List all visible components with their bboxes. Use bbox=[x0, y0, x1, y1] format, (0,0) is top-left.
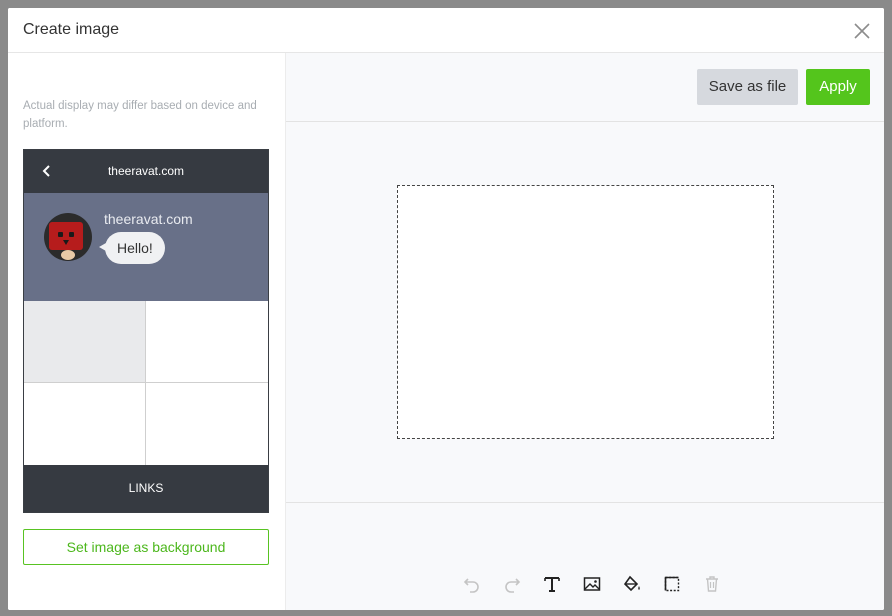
grid-cell[interactable] bbox=[146, 301, 268, 383]
image-icon[interactable] bbox=[572, 571, 612, 597]
create-image-dialog: Create image Actual display may differ b… bbox=[8, 8, 884, 610]
avatar bbox=[44, 213, 92, 261]
dialog-title: Create image bbox=[23, 21, 120, 38]
apply-button[interactable]: Apply bbox=[806, 69, 870, 105]
grid-cell[interactable] bbox=[24, 383, 146, 465]
close-icon[interactable] bbox=[850, 19, 874, 43]
redo-icon[interactable] bbox=[492, 571, 532, 597]
editor-pane: Save as file Apply bbox=[285, 53, 884, 610]
phone-header-title: theeravat.com bbox=[107, 164, 185, 178]
display-note: Actual display may differ based on devic… bbox=[23, 100, 257, 130]
preview-pane: Actual display may differ based on devic… bbox=[8, 53, 285, 610]
fill-icon[interactable] bbox=[612, 571, 652, 597]
grid-cell-selected[interactable] bbox=[24, 301, 146, 383]
link-grid bbox=[24, 301, 268, 465]
editor-toolbar: Save as file Apply bbox=[286, 53, 884, 122]
chat-area: theeravat.com Hello! bbox=[24, 193, 268, 301]
chat-sender-name: theeravat.com bbox=[104, 211, 193, 227]
grid-cell[interactable] bbox=[146, 383, 268, 465]
image-canvas[interactable] bbox=[397, 185, 774, 439]
trash-icon[interactable] bbox=[692, 571, 732, 597]
phone-footer: LINKS bbox=[24, 465, 268, 512]
phone-header: theeravat.com bbox=[24, 150, 268, 193]
save-as-file-button[interactable]: Save as file bbox=[697, 69, 798, 105]
set-background-button[interactable]: Set image as background bbox=[23, 529, 269, 565]
dialog-header: Create image bbox=[8, 8, 884, 53]
chat-bubble: Hello! bbox=[99, 232, 165, 264]
text-icon[interactable] bbox=[532, 571, 572, 597]
phone-preview: theeravat.com theeravat.com Hello! LINKS bbox=[23, 149, 269, 513]
undo-icon[interactable] bbox=[452, 571, 492, 597]
canvas-area bbox=[286, 122, 884, 502]
crop-icon[interactable] bbox=[652, 571, 692, 597]
tool-bar bbox=[286, 502, 884, 610]
